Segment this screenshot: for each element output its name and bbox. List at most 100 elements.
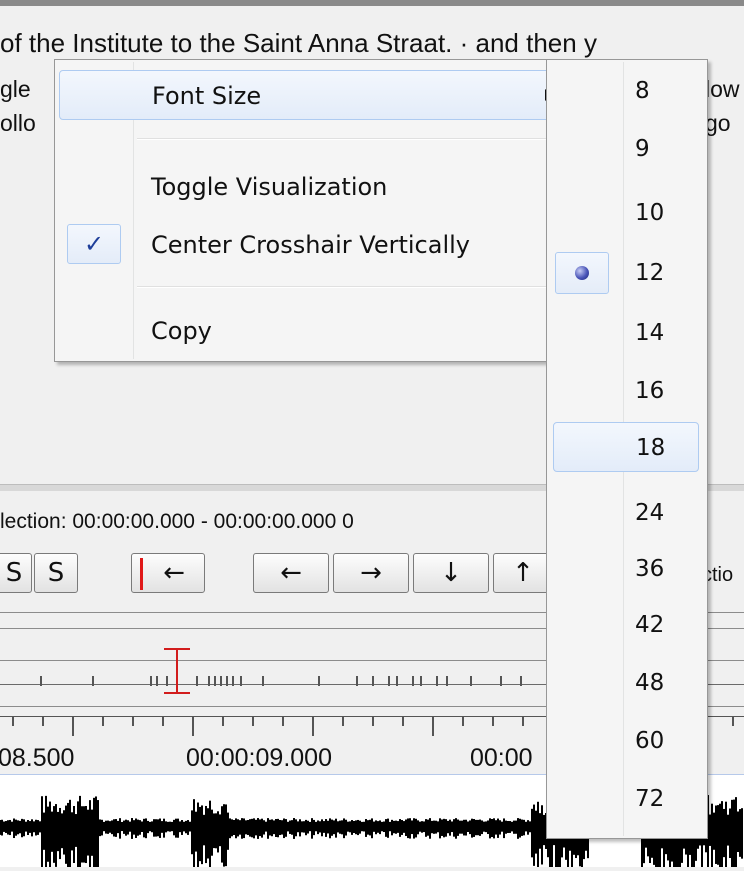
font-size-value: 42 (635, 612, 665, 638)
clear-selection-button[interactable]: S (34, 553, 78, 593)
ruler-tick (42, 716, 44, 726)
font-size-value: 8 (635, 78, 650, 104)
radio-dot-icon (575, 266, 589, 280)
ruler-tick (132, 716, 134, 726)
play-selection-button[interactable]: S (0, 553, 32, 593)
font-size-value: 24 (635, 500, 665, 526)
ruler-tick (220, 676, 222, 686)
font-size-value: 10 (635, 200, 665, 226)
transcript-line: ollo (0, 110, 36, 136)
crosshair-top (164, 648, 190, 650)
button-label: ↑ (512, 558, 534, 588)
button-label: S (47, 558, 65, 588)
font-size-option[interactable]: 36 (553, 544, 697, 594)
radio-selected-icon (555, 252, 609, 294)
font-size-submenu: 8 9 10 12 14 16 18 24 36 42 48 60 72 (546, 59, 708, 839)
font-size-value: 72 (635, 786, 665, 812)
font-size-option-hovered[interactable]: 18 (553, 422, 699, 472)
ruler-tick (420, 676, 422, 686)
time-label: 08.500 (0, 744, 75, 770)
ruler-tick (156, 676, 158, 686)
menu-item-toggle-visualization[interactable]: Toggle Visualization (59, 162, 565, 212)
font-size-option[interactable]: 10 (553, 188, 697, 238)
ruler-tick (520, 676, 522, 686)
ruler-tick (102, 716, 104, 726)
ruler-tick (40, 676, 42, 686)
ruler-tick (372, 716, 374, 726)
ruler-tick (162, 716, 164, 726)
time-label: 00:00 (470, 744, 533, 770)
step-up-button[interactable]: ↑ (493, 553, 553, 593)
ruler-tick (282, 716, 284, 726)
font-size-option[interactable]: 8 (553, 66, 697, 116)
menu-separator (137, 138, 565, 140)
ruler-tick (436, 676, 438, 686)
ruler-tick (226, 676, 228, 686)
button-label: ← (280, 558, 302, 588)
menu-item-label: Copy (151, 317, 212, 345)
step-right-button[interactable]: → (333, 553, 409, 593)
font-size-option[interactable]: 72 (553, 774, 697, 824)
step-left-button[interactable]: ← (253, 553, 329, 593)
ruler-tick (470, 676, 472, 686)
crosshair-bottom (164, 692, 190, 694)
ruler-tick (462, 716, 464, 726)
step-down-button[interactable]: ↓ (413, 553, 489, 593)
font-size-option[interactable]: 60 (553, 716, 697, 766)
button-label: S (5, 558, 23, 588)
ruler-tick (12, 716, 14, 726)
ruler-tick (412, 676, 414, 686)
font-size-value: 36 (635, 556, 665, 582)
ruler-tick (356, 676, 358, 686)
font-size-value: 18 (636, 435, 666, 461)
font-size-value: 12 (635, 260, 665, 286)
ruler-tick (166, 676, 168, 686)
ruler-tick (240, 676, 242, 686)
ruler-tick (214, 676, 216, 686)
ruler-tick (432, 716, 434, 736)
menu-item-copy[interactable]: Copy (59, 306, 565, 356)
ruler-tick (396, 676, 398, 686)
ruler-tick (500, 676, 502, 686)
ruler-tick (732, 716, 734, 726)
crosshair-marker[interactable] (176, 648, 178, 694)
transcript-line: of the Institute to the Saint Anna Straa… (0, 28, 597, 58)
font-size-value: 60 (635, 728, 665, 754)
font-size-option[interactable]: 14 (553, 308, 697, 358)
checkmark-icon: ✓ (67, 224, 121, 264)
font-size-option[interactable]: 42 (553, 600, 697, 650)
font-size-value: 16 (635, 378, 665, 404)
ruler-tick (196, 676, 198, 686)
ruler-tick (388, 676, 390, 686)
button-label: ← (163, 558, 185, 588)
transcript-fragment: go (705, 110, 731, 136)
font-size-option[interactable]: 9 (553, 124, 697, 174)
begin-marker-icon (140, 558, 143, 590)
ruler-tick (402, 716, 404, 726)
font-size-option[interactable]: 16 (553, 366, 697, 416)
ruler-tick (262, 676, 264, 686)
ruler-tick (222, 716, 224, 726)
button-label: ↓ (440, 558, 462, 588)
font-size-value: 48 (635, 670, 665, 696)
menu-item-font-size[interactable]: Font Size (59, 70, 565, 120)
font-size-option[interactable]: 48 (553, 658, 697, 708)
ruler-tick (372, 676, 374, 686)
go-to-begin-button[interactable]: ← (131, 553, 205, 593)
ruler-tick (342, 716, 344, 726)
ruler-tick (252, 716, 254, 726)
ruler-tick (492, 716, 494, 726)
ruler-tick (312, 716, 314, 736)
menu-item-center-crosshair[interactable]: ✓ Center Crosshair Vertically (59, 220, 565, 270)
ruler-tick (150, 676, 152, 686)
ruler-tick (232, 676, 234, 686)
font-size-value: 9 (635, 136, 650, 162)
menu-separator (137, 286, 565, 288)
button-label: → (360, 558, 382, 588)
ruler-tick (522, 716, 524, 726)
font-size-option-selected[interactable]: 12 (553, 248, 697, 298)
font-size-option[interactable]: 24 (553, 488, 697, 538)
time-label: 00:00:09.000 (186, 744, 332, 770)
ruler-tick (92, 676, 94, 686)
ruler-tick (72, 716, 74, 736)
